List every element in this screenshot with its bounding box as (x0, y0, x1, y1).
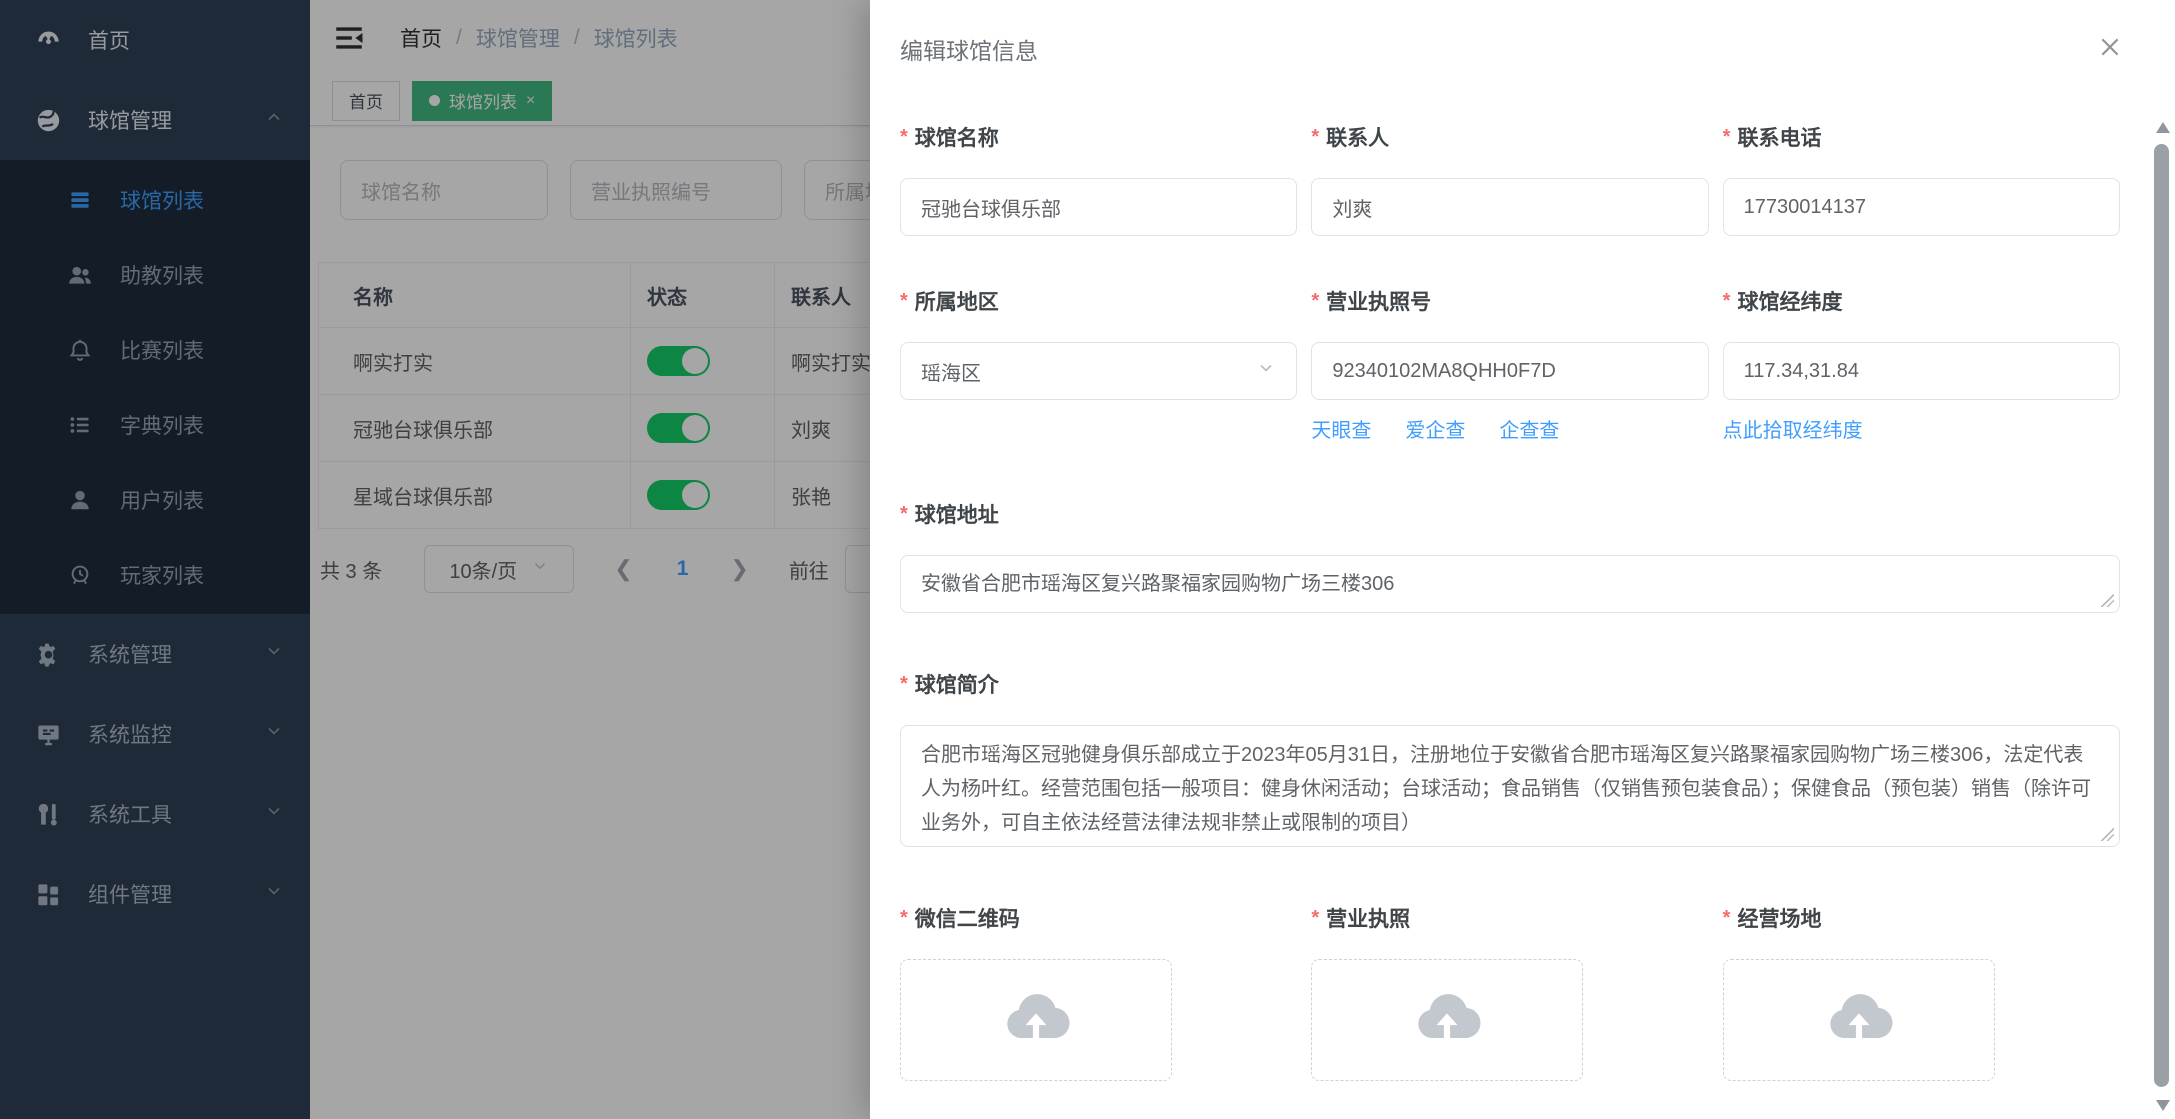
label-text: 球馆地址 (915, 499, 999, 529)
qichacha-link[interactable]: 企查查 (1499, 414, 1559, 443)
aiqicha-link[interactable]: 爱企查 (1405, 414, 1465, 443)
close-icon[interactable] (2097, 34, 2127, 64)
address-value: 安徽省合肥市瑶海区复兴路聚福家园购物广场三楼306 (921, 567, 1394, 601)
field-label-business-license: * 营业执照 (1311, 903, 1708, 933)
field-label-region: * 所属地区 (900, 286, 1297, 316)
drawer-header: 编辑球馆信息 (870, 0, 2175, 66)
license-lookup-links: 天眼查 爱企查 企查查 (1311, 414, 1708, 443)
edit-venue-drawer: 编辑球馆信息 * 球馆名称 * 联系人 * 联系电话 (870, 0, 2175, 1119)
cloud-upload-icon (1410, 981, 1484, 1060)
license-number-input[interactable]: 92340102MA8QHH0F7D (1311, 342, 1708, 400)
premises-upload-dropzone[interactable] (1723, 959, 1995, 1081)
venue-name-input[interactable]: 冠驰台球俱乐部 (900, 178, 1297, 236)
required-mark: * (1311, 290, 1319, 313)
intro-value: 合肥市瑶海区冠驰健身俱乐部成立于2023年05月31日，注册地位于安徽省合肥市瑶… (921, 744, 2091, 834)
required-mark: * (900, 503, 908, 526)
app-window: 首页 球馆管理 球馆列表 助教列表 (0, 0, 2175, 1119)
label-text: 所属地区 (915, 286, 999, 316)
pick-coordinates-link[interactable]: 点此拾取经纬度 (1723, 414, 1863, 443)
required-mark: * (900, 126, 908, 149)
drawer-title: 编辑球馆信息 (900, 32, 1038, 66)
required-mark: * (1723, 290, 1731, 313)
label-text: 营业执照 (1326, 903, 1410, 933)
field-label-contact: * 联系人 (1311, 122, 1708, 152)
region-selected-value: 瑶海区 (921, 357, 981, 386)
required-mark: * (1723, 907, 1731, 930)
required-mark: * (1311, 907, 1319, 930)
cloud-upload-icon (999, 981, 1073, 1060)
field-label-venue-name: * 球馆名称 (900, 122, 1297, 152)
scroll-up-arrow-icon[interactable] (2156, 122, 2170, 133)
field-label-phone: * 联系电话 (1723, 122, 2120, 152)
resize-grip-icon[interactable] (2101, 594, 2114, 607)
coordinates-input[interactable]: 117.34,31.84 (1723, 342, 2120, 400)
scrollbar-thumb[interactable] (2154, 144, 2169, 1087)
contact-input[interactable]: 刘爽 (1311, 178, 1708, 236)
business-license-upload-dropzone[interactable] (1311, 959, 1583, 1081)
label-text: 球馆经纬度 (1737, 286, 1842, 316)
drawer-body: * 球馆名称 * 联系人 * 联系电话 冠驰台球俱乐部 刘爽 177300141… (870, 66, 2175, 1119)
address-textarea[interactable]: 安徽省合肥市瑶海区复兴路聚福家园购物广场三楼306 (900, 555, 2120, 613)
field-label-license: * 营业执照号 (1311, 286, 1708, 316)
phone-input[interactable]: 17730014137 (1723, 178, 2120, 236)
label-text: 微信二维码 (915, 903, 1020, 933)
drawer-scrollbar[interactable] (2154, 122, 2169, 1111)
resize-grip-icon[interactable] (2101, 828, 2114, 841)
field-label-coordinates: * 球馆经纬度 (1723, 286, 2120, 316)
scroll-down-arrow-icon[interactable] (2156, 1100, 2170, 1111)
tianyancha-link[interactable]: 天眼查 (1311, 414, 1371, 443)
chevron-down-icon (1256, 358, 1276, 384)
region-select[interactable]: 瑶海区 (900, 342, 1297, 400)
label-text: 球馆名称 (915, 122, 999, 152)
required-mark: * (900, 290, 908, 313)
field-label-address: * 球馆地址 (900, 499, 2120, 529)
label-text: 联系电话 (1737, 122, 1821, 152)
label-text: 联系人 (1326, 122, 1389, 152)
required-mark: * (1311, 126, 1319, 149)
field-label-intro: * 球馆简介 (900, 669, 2120, 699)
cloud-upload-icon (1822, 981, 1896, 1060)
field-label-premises: * 经营场地 (1723, 903, 2120, 933)
required-mark: * (900, 907, 908, 930)
required-mark: * (1723, 126, 1731, 149)
intro-textarea[interactable]: 合肥市瑶海区冠驰健身俱乐部成立于2023年05月31日，注册地位于安徽省合肥市瑶… (900, 725, 2120, 847)
wechat-qr-upload-dropzone[interactable] (900, 959, 1172, 1081)
required-mark: * (900, 673, 908, 696)
label-text: 营业执照号 (1326, 286, 1431, 316)
label-text: 经营场地 (1737, 903, 1821, 933)
label-text: 球馆简介 (915, 669, 999, 699)
field-label-wechat-qr: * 微信二维码 (900, 903, 1297, 933)
